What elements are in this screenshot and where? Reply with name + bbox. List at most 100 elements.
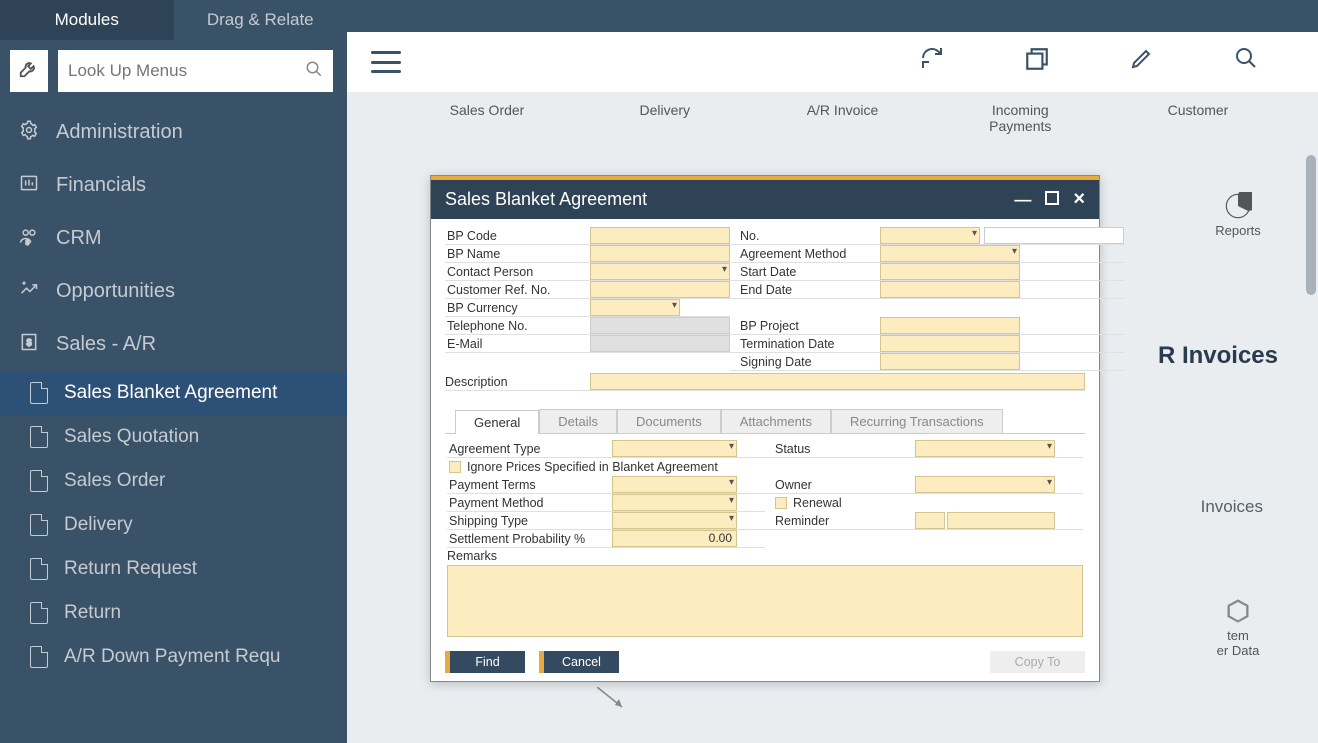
input-start-date[interactable] [880,263,1020,280]
input-owner[interactable] [915,476,1055,493]
menu-opportunities[interactable]: Opportunities [0,265,347,318]
tile-ar-invoice[interactable]: A/R Invoice [783,102,903,134]
label-description: Description [445,375,590,389]
tile-item-master[interactable]: tem er Data [1208,597,1268,658]
input-agreement-type[interactable] [612,440,737,457]
input-end-date[interactable] [880,281,1020,298]
search-box[interactable] [58,50,333,92]
input-bp-code[interactable] [590,227,730,244]
input-payment-method[interactable] [612,494,737,511]
label-no: No. [730,229,880,243]
refresh-button[interactable] [920,46,944,78]
input-reminder-num[interactable] [915,512,945,529]
menu-financials[interactable]: Financials [0,159,347,212]
input-bp-currency[interactable] [590,299,680,316]
close-button[interactable]: × [1073,188,1085,211]
submenu-sales-order[interactable]: Sales Order [0,459,347,503]
copy-to-button: Copy To [990,651,1085,673]
submenu-sales-blanket-agreement[interactable]: Sales Blanket Agreement [0,371,347,415]
submenu-label: Return [64,602,121,624]
document-icon [30,514,48,536]
checkbox-renewal[interactable]: Renewal [765,494,1083,512]
scrollbar[interactable] [1306,155,1316,295]
find-button[interactable]: Find [445,651,525,673]
input-status[interactable] [915,440,1055,457]
tile-incoming-payments[interactable]: Incoming Payments [960,102,1080,134]
process-tiles: Sales Order Delivery A/R Invoice Incomin… [427,102,1258,134]
input-reminder-unit[interactable] [947,512,1055,529]
gear-icon [18,120,40,145]
submenu-return[interactable]: Return [0,591,347,635]
cancel-button[interactable]: Cancel [539,651,619,673]
document-icon [30,470,48,492]
label-telephone: Telephone No. [445,319,590,333]
windows-button[interactable] [1024,46,1050,78]
label-bp-code: BP Code [445,229,590,243]
input-signing-date[interactable] [880,353,1020,370]
input-contact-person[interactable] [590,263,730,280]
label-shipping: Shipping Type [447,514,612,528]
input-payment-terms[interactable] [612,476,737,493]
menu-crm[interactable]: $ CRM [0,212,347,265]
tile-reports[interactable]: Reports [1208,192,1268,238]
menu-label: Administration [56,121,183,144]
tab-body-general: Agreement Type Ignore Prices Specified i… [445,433,1085,639]
menu-administration[interactable]: Administration [0,106,347,159]
submenu-delivery[interactable]: Delivery [0,503,347,547]
tab-recurring[interactable]: Recurring Transactions [831,409,1003,433]
submenu-ar-down-payment[interactable]: A/R Down Payment Requ [0,635,347,679]
tile-customer[interactable]: Customer [1138,102,1258,134]
tab-general[interactable]: General [455,410,539,434]
input-no-series[interactable] [880,227,980,244]
menu-toggle[interactable] [371,51,401,73]
menu-sales-ar[interactable]: $ Sales - A/R [0,318,347,371]
submenu-return-request[interactable]: Return Request [0,547,347,591]
menu-label: Financials [56,174,146,197]
settings-button[interactable] [10,50,48,92]
minimize-button[interactable]: — [1014,190,1031,210]
menu-label: CRM [56,227,102,250]
checkbox-icon [775,497,787,509]
input-remarks[interactable] [447,565,1083,637]
submenu-label: A/R Down Payment Requ [64,646,281,668]
modal-titlebar[interactable]: Sales Blanket Agreement — × [431,180,1099,219]
tab-drag-relate[interactable]: Drag & Relate [174,0,348,40]
input-shipping-type[interactable] [612,512,737,529]
search-input[interactable] [68,61,305,81]
tile-delivery[interactable]: Delivery [605,102,725,134]
checkbox-ignore-prices[interactable]: Ignore Prices Specified in Blanket Agree… [447,458,765,476]
sidebar: Modules Drag & Relate Administration Fin… [0,0,347,743]
label-invoices: Invoices [1201,497,1263,517]
label-term-date: Termination Date [730,337,880,351]
search-row [0,40,347,106]
input-termination-date[interactable] [880,335,1020,352]
label-contact-person: Contact Person [445,265,590,279]
modal-body: BP Code BP Name Contact Person Customer … [431,219,1099,643]
edit-button[interactable] [1130,46,1154,78]
tile-sales-order[interactable]: Sales Order [427,102,547,134]
input-no[interactable] [984,227,1124,244]
menu-label: Opportunities [56,280,175,303]
input-cust-ref[interactable] [590,281,730,298]
search-button[interactable] [1234,46,1258,78]
maximize-button[interactable] [1045,190,1059,210]
input-bp-name[interactable] [590,245,730,262]
tab-attachments[interactable]: Attachments [721,409,831,433]
sidebar-tabs: Modules Drag & Relate [0,0,347,40]
input-agreement-method[interactable] [880,245,1020,262]
tab-details[interactable]: Details [539,409,617,433]
tab-modules[interactable]: Modules [0,0,174,40]
modal-footer: Find Cancel Copy To [431,643,1099,681]
input-telephone [590,317,730,334]
label-email: E-Mail [445,337,590,351]
topbar [347,32,1318,92]
document-icon [30,646,48,668]
modal-title: Sales Blanket Agreement [445,189,1014,210]
menu-label: Sales - A/R [56,333,156,356]
input-settlement[interactable]: 0.00 [612,530,737,547]
input-bp-project[interactable] [880,317,1020,334]
submenu-label: Sales Blanket Agreement [64,382,277,404]
submenu-sales-quotation[interactable]: Sales Quotation [0,415,347,459]
tab-documents[interactable]: Documents [617,409,721,433]
input-description[interactable] [590,373,1085,390]
